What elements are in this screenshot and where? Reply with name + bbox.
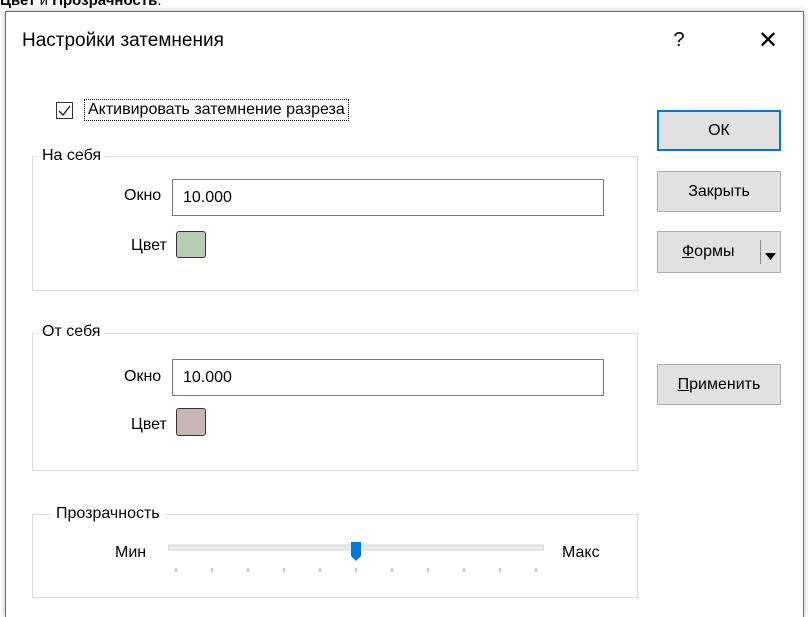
ok-button[interactable]: ОК xyxy=(657,110,781,151)
transparency-slider[interactable] xyxy=(167,542,545,576)
forms-split-button[interactable]: Формы xyxy=(657,231,781,273)
far-group-legend: От себя xyxy=(38,323,105,341)
slider-ticks xyxy=(175,568,537,572)
far-window-label: Окно xyxy=(124,368,162,385)
far-window-input[interactable] xyxy=(172,359,604,396)
apply-button[interactable]: Применить xyxy=(657,364,781,405)
close-button[interactable]: Закрыть xyxy=(657,171,781,212)
doc-text-bold-1: Цвет xyxy=(0,0,36,9)
transparency-slider-graphic xyxy=(167,542,545,572)
forms-accelerator: Ф xyxy=(682,243,695,260)
transparency-group-legend: Прозрачность xyxy=(52,505,164,523)
near-group-legend: На себя xyxy=(38,147,106,165)
activate-shading-label[interactable]: Активировать затемнение разреза xyxy=(84,99,349,121)
doc-text-end: . xyxy=(157,0,162,9)
help-button[interactable]: ? xyxy=(661,16,697,64)
chevron-down-icon[interactable] xyxy=(765,247,776,265)
activate-shading-checkbox[interactable] xyxy=(56,102,73,119)
forms-label-wrapper: Формы xyxy=(682,243,734,261)
near-group xyxy=(32,156,638,291)
near-color-label: Цвет xyxy=(131,237,167,254)
checkmark-icon xyxy=(58,105,71,116)
far-color-swatch[interactable] xyxy=(176,408,206,436)
forms-divider xyxy=(760,240,761,264)
close-icon[interactable]: ✕ xyxy=(748,16,788,64)
dialog-title: Настройки затемнения xyxy=(22,30,224,51)
transparency-max-label: Макс xyxy=(562,544,600,561)
document-text: Цвет и Прозрачность. xyxy=(0,0,162,9)
apply-accelerator: П xyxy=(677,375,690,393)
doc-text-normal: и xyxy=(35,0,53,9)
slider-thumb[interactable] xyxy=(351,542,361,561)
far-color-label: Цвет xyxy=(131,416,167,433)
transparency-min-label: Мин xyxy=(115,544,147,561)
apply-label: рименить xyxy=(689,375,761,393)
near-color-swatch[interactable] xyxy=(176,231,206,258)
doc-text-bold-2: Прозрачность xyxy=(52,0,158,9)
far-group xyxy=(32,333,638,471)
forms-label: ормы xyxy=(694,243,735,260)
near-window-input[interactable] xyxy=(172,179,604,216)
near-window-label: Окно xyxy=(124,187,162,204)
